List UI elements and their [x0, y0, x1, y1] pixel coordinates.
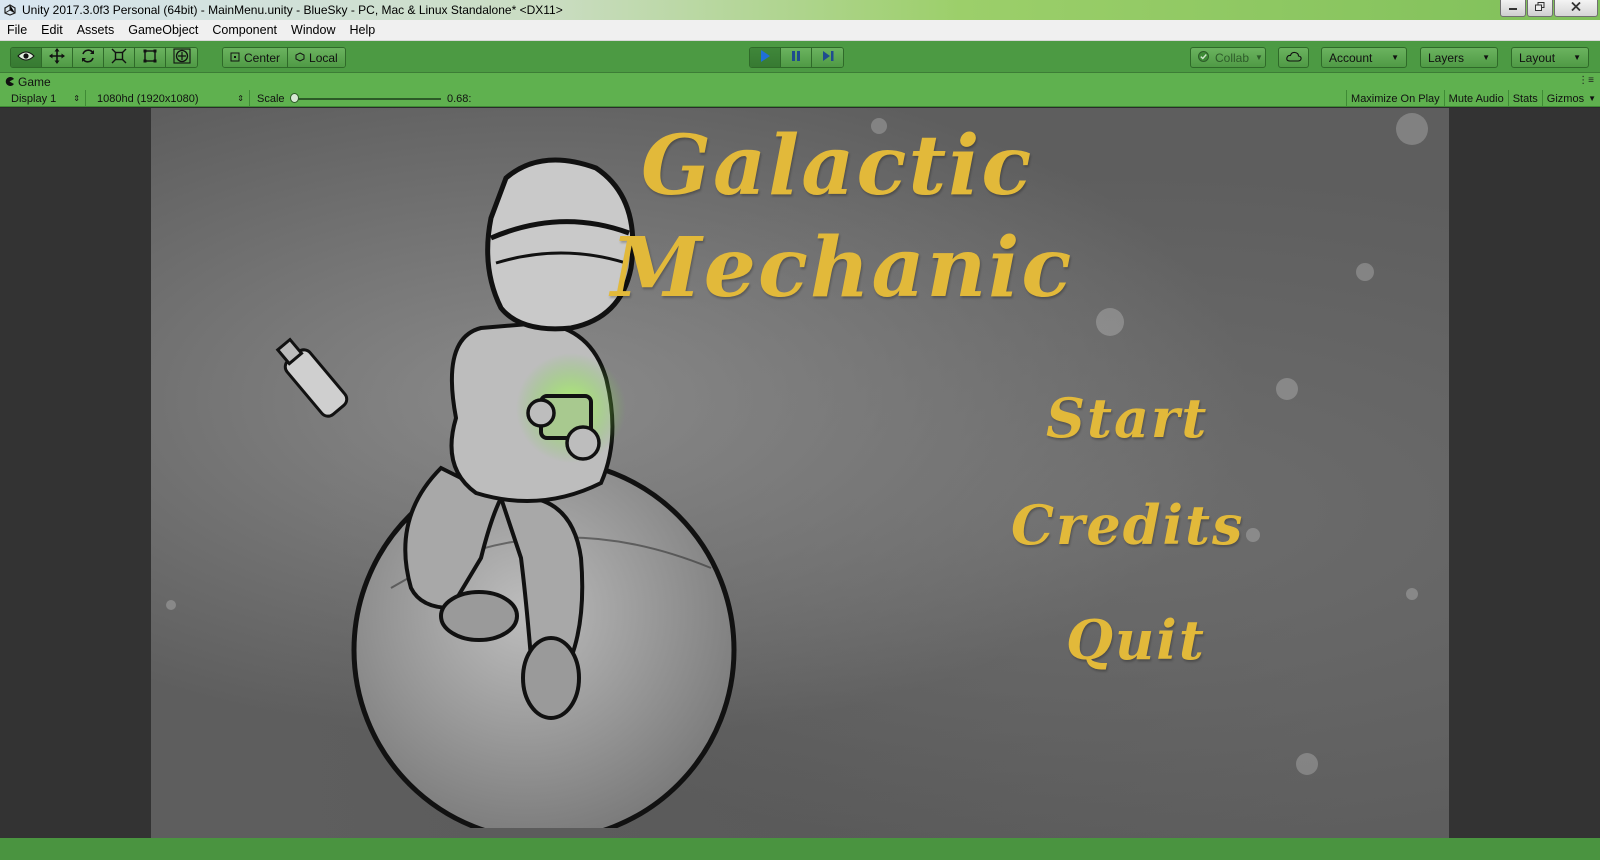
scale-label: Scale	[257, 92, 285, 105]
close-button[interactable]	[1554, 0, 1598, 17]
pacman-game-icon	[5, 75, 14, 89]
transform-tools	[10, 47, 198, 68]
playback-controls	[749, 47, 844, 68]
game-screen: Galactic Mechanic Start Credits Quit	[151, 108, 1449, 838]
star-bokeh	[166, 600, 176, 610]
window-title: Unity 2017.3.0f3 Personal (64bit) - Main…	[22, 3, 563, 17]
menu-window[interactable]: Window	[284, 20, 342, 41]
play-icon	[758, 49, 772, 66]
chevron-down-icon: ▼	[1255, 53, 1263, 62]
game-title-line1: Galactic	[641, 118, 1034, 214]
pivot-center-label: Center	[244, 50, 281, 65]
account-dropdown[interactable]: Account ▼	[1321, 47, 1407, 68]
mute-audio-button[interactable]: Mute Audio	[1443, 90, 1508, 107]
main-toolbar: Center Local Collab ▼ Account ▼ Layers ▼…	[0, 41, 1600, 73]
star-bokeh	[1276, 378, 1298, 400]
restore-icon	[1535, 2, 1545, 14]
tab-menu-icon[interactable]: ⋮≡	[1578, 75, 1594, 86]
start-button[interactable]: Start	[1046, 386, 1208, 450]
transform-tool-button[interactable]	[166, 48, 197, 67]
menu-help[interactable]: Help	[342, 20, 382, 41]
status-bar	[0, 838, 1600, 860]
menu-edit[interactable]: Edit	[34, 20, 70, 41]
gizmos-button[interactable]: Gizmos ▼	[1541, 90, 1600, 107]
resolution-label: 1080hd (1920x1080)	[97, 92, 199, 105]
star-bokeh	[1096, 308, 1124, 336]
minimize-button[interactable]	[1500, 0, 1526, 17]
rect-tool-button[interactable]	[135, 48, 166, 67]
eye-icon	[17, 50, 35, 65]
layers-label: Layers	[1428, 50, 1465, 65]
view-tool-button[interactable]	[11, 48, 42, 67]
move-icon	[49, 48, 65, 67]
check-icon	[1198, 50, 1209, 65]
star-bokeh	[1406, 588, 1418, 600]
move-tool-button[interactable]	[42, 48, 73, 67]
rotate-tool-button[interactable]	[73, 48, 104, 67]
updown-arrow-icon: ⇕	[73, 94, 80, 103]
play-button[interactable]	[750, 48, 781, 67]
layout-dropdown[interactable]: Layout ▼	[1511, 47, 1589, 68]
chevron-down-icon: ▼	[1573, 53, 1581, 62]
pivot-center-button[interactable]: Center	[223, 48, 289, 67]
pause-button[interactable]	[781, 48, 812, 67]
unity-logo-icon	[3, 3, 17, 17]
cloud-icon	[1285, 51, 1302, 65]
account-label: Account	[1329, 50, 1373, 65]
step-icon	[821, 50, 835, 65]
game-title-line2: Mechanic	[611, 220, 1074, 316]
rotate-icon	[80, 48, 96, 67]
game-tab-bar: Game ⋮≡	[0, 73, 1600, 90]
game-view-toolbar: Display 1 ⇕ 1080hd (1920x1080) ⇕ Scale 0…	[0, 90, 1600, 107]
step-button[interactable]	[812, 48, 843, 67]
layout-label: Layout	[1519, 50, 1556, 65]
pivot-local-label: Local	[309, 50, 338, 65]
star-bokeh	[1246, 528, 1260, 542]
collab-label: Collab	[1215, 50, 1250, 65]
pause-icon	[790, 50, 802, 65]
chevron-down-icon: ▼	[1482, 53, 1490, 62]
menu-assets[interactable]: Assets	[70, 20, 122, 41]
menu-component[interactable]: Component	[205, 20, 284, 41]
resolution-dropdown[interactable]: 1080hd (1920x1080) ⇕	[92, 90, 250, 107]
pivot-local-button[interactable]: Local	[288, 48, 345, 67]
updown-arrow-icon: ⇕	[237, 94, 244, 103]
chevron-down-icon: ▼	[1588, 94, 1596, 103]
chevron-down-icon: ▼	[1391, 53, 1399, 62]
local-space-icon	[295, 51, 305, 65]
display-dropdown[interactable]: Display 1 ⇕	[6, 90, 86, 107]
quit-button[interactable]: Quit	[1066, 608, 1206, 672]
tab-game[interactable]: Game	[5, 74, 51, 90]
stats-button[interactable]: Stats	[1507, 90, 1542, 107]
star-bokeh	[1396, 113, 1428, 145]
star-bokeh	[1296, 753, 1318, 775]
gizmos-label: Gizmos	[1546, 92, 1585, 105]
scale-slider-track[interactable]	[293, 98, 441, 100]
star-bokeh	[1356, 263, 1374, 281]
menu-gameobject[interactable]: GameObject	[121, 20, 205, 41]
rect-icon	[142, 48, 158, 67]
window-titlebar: Unity 2017.3.0f3 Personal (64bit) - Main…	[0, 0, 1600, 20]
collab-button[interactable]: Collab ▼	[1190, 47, 1266, 68]
menu-file[interactable]: File	[0, 20, 34, 41]
pivot-center-icon	[230, 51, 240, 65]
scale-icon	[111, 48, 127, 67]
display-label: Display 1	[11, 92, 57, 105]
scale-slider-handle[interactable]	[290, 93, 299, 103]
close-icon	[1571, 1, 1581, 14]
cloud-button[interactable]	[1278, 47, 1309, 68]
layers-dropdown[interactable]: Layers ▼	[1420, 47, 1498, 68]
maximize-on-play-button[interactable]: Maximize On Play	[1346, 90, 1444, 107]
menu-bar: File Edit Assets GameObject Component Wi…	[0, 20, 1600, 41]
pivot-toggles: Center Local	[222, 47, 346, 68]
scale-tool-button[interactable]	[104, 48, 135, 67]
restore-button[interactable]	[1527, 0, 1553, 17]
minimize-icon	[1508, 2, 1518, 14]
tab-game-label: Game	[18, 75, 51, 89]
game-view-options: Maximize On Play Mute Audio Stats Gizmos…	[1346, 90, 1600, 107]
transform-icon	[172, 48, 191, 67]
credits-button[interactable]: Credits	[1011, 493, 1244, 557]
scale-value: 0.68:	[447, 92, 472, 105]
